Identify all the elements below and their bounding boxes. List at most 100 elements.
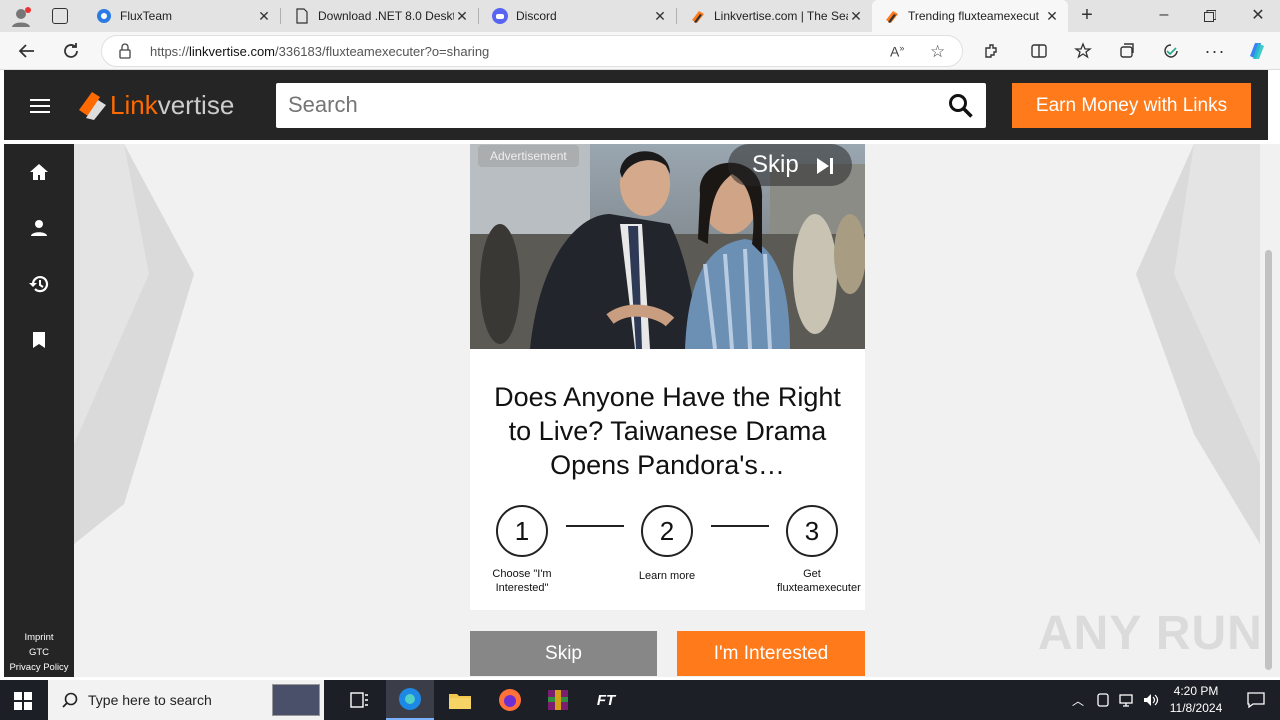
linkvertise-icon	[690, 8, 706, 24]
url-text: https://linkvertise.com/336183/fluxteame…	[150, 44, 489, 59]
close-icon[interactable]: ✕	[454, 8, 470, 25]
step-3-circle: 3	[786, 505, 838, 557]
step-connector	[566, 525, 624, 527]
user-icon[interactable]	[24, 213, 54, 243]
task-view-icon[interactable]	[336, 680, 384, 720]
tab-title: FluxTeam	[120, 9, 173, 23]
edge-taskbar-icon[interactable]	[386, 680, 434, 720]
home-icon[interactable]	[24, 157, 54, 187]
volume-icon[interactable]	[1140, 680, 1162, 720]
taskbar-clock[interactable]: 4:20 PM 11/8/2024	[1166, 683, 1226, 717]
url-prefix: https://	[150, 44, 190, 59]
back-button[interactable]	[12, 36, 42, 66]
anyrun-watermark: ANY RUN	[1038, 607, 1263, 660]
tab-linkvertise-search[interactable]: Linkvertise.com | The Sea ✕	[678, 0, 872, 32]
interested-button[interactable]: I'm Interested	[677, 631, 865, 676]
browser-essentials-icon[interactable]	[1156, 36, 1186, 66]
network-icon[interactable]	[1116, 680, 1138, 720]
logo-text-vertise: vertise	[157, 89, 235, 120]
tab-separator	[676, 8, 677, 24]
clock-time: 4:20 PM	[1173, 684, 1219, 698]
search-icon[interactable]	[948, 93, 974, 119]
url-field[interactable]: https://linkvertise.com/336183/fluxteame…	[101, 35, 963, 67]
ad-headline[interactable]: Does Anyone Have the Right to Live? Taiw…	[486, 380, 849, 482]
notification-icon[interactable]	[1232, 680, 1280, 720]
clock-date: 11/8/2024	[1169, 701, 1223, 715]
tab-title: Download .NET 8.0 Deskt	[318, 9, 454, 23]
browser-tab-bar: FluxTeam ✕ Download .NET 8.0 Deskt ✕ Dis…	[0, 0, 1280, 32]
earn-money-button[interactable]: Earn Money with Links	[1012, 83, 1251, 128]
imprint-link[interactable]: Imprint	[4, 630, 74, 645]
tab-title: Linkvertise.com | The Sea	[714, 9, 848, 23]
restore-button[interactable]	[1198, 6, 1222, 26]
read-aloud-icon[interactable]: A»	[890, 43, 904, 60]
gtc-link[interactable]: GTC	[4, 645, 74, 660]
tab-separator	[280, 8, 281, 24]
step-1-circle: 1	[496, 505, 548, 557]
tab-actions-icon[interactable]	[52, 8, 68, 24]
privacy-policy-link[interactable]: Privacy Policy	[4, 660, 74, 675]
skip-ad-label: Skip	[752, 151, 799, 178]
url-path: /336183/fluxteamexecuter?o=sharing	[275, 44, 490, 59]
search-input[interactable]	[288, 90, 928, 120]
lock-icon[interactable]	[118, 43, 132, 59]
close-icon[interactable]: ✕	[848, 8, 864, 25]
new-tab-button[interactable]: +	[1076, 4, 1098, 28]
search-highlight-image	[272, 684, 320, 716]
tab-title: Discord	[516, 9, 557, 23]
skip-button[interactable]: Skip	[470, 631, 657, 676]
close-icon[interactable]: ✕	[1044, 8, 1060, 25]
close-icon[interactable]: ✕	[652, 8, 668, 25]
hamburger-menu-icon[interactable]	[30, 99, 50, 113]
favorites-icon[interactable]	[1068, 36, 1098, 66]
step-1-label: Choose "I'm Interested"	[492, 568, 552, 594]
logo-text-link: Link	[110, 89, 158, 120]
page-icon	[294, 8, 310, 24]
extensions-icon[interactable]	[976, 36, 1006, 66]
linkvertise-logo[interactable]: Link vertise	[76, 88, 234, 122]
refresh-button[interactable]	[56, 36, 86, 66]
url-domain: linkvertise.com	[189, 44, 275, 59]
file-explorer-icon[interactable]	[436, 680, 484, 720]
skip-next-icon	[815, 155, 835, 175]
tab-title: Trending fluxteamexecut	[908, 9, 1039, 23]
taskbar-search-placeholder: Type here to search	[88, 692, 212, 708]
taskbar-search-box[interactable]: Type here to search	[48, 680, 324, 720]
collections-icon[interactable]	[1112, 36, 1142, 66]
site-search-box	[276, 83, 986, 128]
advertisement-label: Advertisement	[478, 145, 579, 167]
skip-ad-button[interactable]: Skip	[728, 144, 852, 186]
step-connector	[711, 525, 769, 527]
tab-linkvertise-trending[interactable]: Trending fluxteamexecut ✕	[872, 0, 1068, 32]
bookmark-icon[interactable]	[24, 325, 54, 355]
windows-start-icon[interactable]	[14, 692, 32, 710]
close-window-button[interactable]: ✕	[1246, 5, 1270, 25]
discord-icon	[492, 8, 508, 24]
sidebar	[4, 144, 74, 677]
step-3-label: Get fluxteamexecuter	[777, 568, 861, 594]
security-tray-icon[interactable]	[1092, 680, 1114, 720]
history-icon[interactable]	[24, 269, 54, 299]
more-menu-icon[interactable]: ···	[1200, 36, 1230, 66]
favorite-star-icon[interactable]: ☆	[930, 42, 945, 62]
firefox-icon[interactable]	[486, 680, 534, 720]
minimize-button[interactable]: –	[1152, 6, 1176, 24]
sidebar-footer: Imprint GTC Privacy Policy	[4, 630, 74, 675]
split-screen-icon[interactable]	[1024, 36, 1054, 66]
step-2-circle: 2	[641, 505, 693, 557]
copilot-icon[interactable]	[1242, 36, 1272, 66]
tab-dotnet[interactable]: Download .NET 8.0 Deskt ✕	[282, 0, 478, 32]
search-icon	[62, 692, 78, 713]
tab-discord[interactable]: Discord ✕	[480, 0, 676, 32]
step-2-label: Learn more	[638, 570, 696, 582]
show-hidden-icons-chevron-icon[interactable]: ︿	[1066, 680, 1090, 720]
profile-avatar[interactable]	[10, 6, 32, 28]
linkvertise-logo-icon	[79, 92, 106, 120]
winrar-icon[interactable]	[534, 680, 582, 720]
tab-fluxteam[interactable]: FluxTeam ✕	[84, 0, 280, 32]
page-scrollbar[interactable]	[1260, 144, 1280, 677]
tab-separator	[478, 8, 479, 24]
scrollbar-thumb[interactable]	[1265, 250, 1272, 670]
fluxteam-app-icon[interactable]: FT	[582, 680, 630, 720]
close-icon[interactable]: ✕	[256, 8, 272, 25]
